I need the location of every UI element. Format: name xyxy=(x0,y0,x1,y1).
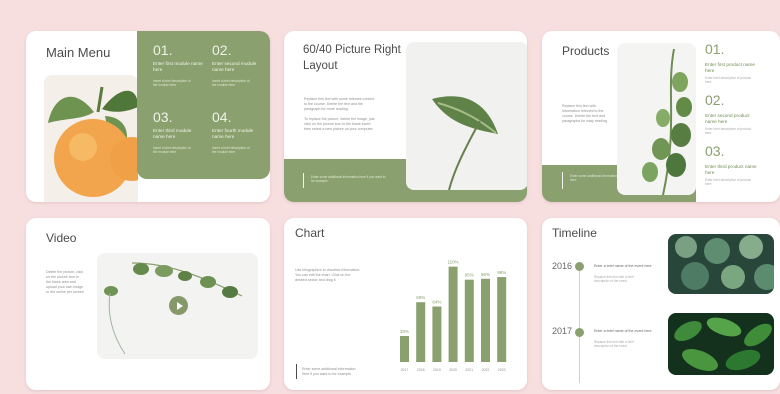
chart-category-label-4: 2020 xyxy=(449,368,457,372)
chart-category-label-5: 2021 xyxy=(465,368,473,372)
module-number-2: 02. xyxy=(212,42,232,58)
body-text: Delete the picture, click on the picture… xyxy=(46,270,84,294)
chart-category-label-2: 2018 xyxy=(417,368,425,372)
module-number-3: 03. xyxy=(153,109,173,125)
slide-picture-right-layout[interactable]: 60/40 Picture Right Layout Replace this … xyxy=(284,31,527,202)
down-arrow-icon xyxy=(296,364,297,379)
chart-category-label-7: 2023 xyxy=(498,368,506,372)
timeline-year-1: 2016 xyxy=(552,261,573,271)
play-button[interactable] xyxy=(169,296,188,315)
slide-video[interactable]: Video Delete the picture, click on the p… xyxy=(26,218,270,390)
slide-timeline[interactable]: Timeline 2016 Enter a brief name of the … xyxy=(542,218,780,390)
chart-bar-2[interactable] xyxy=(416,302,426,362)
module-number-4: 04. xyxy=(212,109,232,125)
chart-bar-5[interactable] xyxy=(464,279,474,362)
module-desc-1: Insert a brief description of the module… xyxy=(153,79,191,87)
footer-text: Enter some additional information here i… xyxy=(302,367,356,376)
succulent-illustration xyxy=(675,235,774,290)
timeline-event-desc-1: Replace this text with a brief descripti… xyxy=(594,275,634,283)
slide-title: Timeline xyxy=(552,226,597,240)
module-desc-3: Insert a brief description of the module… xyxy=(153,146,191,154)
module-label-1[interactable]: Enter first module name here xyxy=(153,61,203,73)
slide-chart[interactable]: Chart Use infographics to visualize info… xyxy=(284,218,527,390)
slide-products[interactable]: Products Replace this text with informat… xyxy=(542,31,780,202)
bar-chart: 30% 2017 69% 2018 64% 2019 110% 2020 95% 2021 96% 2… xyxy=(400,260,507,372)
orange-fruit-illustration xyxy=(48,86,138,197)
body-text: Replace this text with information relev… xyxy=(562,104,608,123)
module-desc-2: Insert a brief description of the module… xyxy=(212,79,250,87)
footer-text: Enter some additional information here xyxy=(570,174,618,182)
chart-data-label-2: 69% xyxy=(416,295,425,300)
chart-bar-4[interactable] xyxy=(448,266,458,362)
play-icon xyxy=(177,302,183,310)
down-arrow-icon xyxy=(303,173,304,188)
product-number-2: 02. xyxy=(705,92,725,108)
chart-category-label-3: 2019 xyxy=(433,368,441,372)
body-text-2: To replace the picture, delete the image… xyxy=(304,117,375,131)
timeline-dot-1 xyxy=(575,262,584,271)
chart-bar-6[interactable] xyxy=(481,278,490,362)
footer-text: Enter some additional information here i… xyxy=(311,175,386,183)
plant-photo xyxy=(617,43,696,195)
down-arrow-icon xyxy=(562,172,563,189)
product-label-3[interactable]: Enter third product name here xyxy=(705,164,757,176)
module-label-4[interactable]: Enter fourth module name here xyxy=(212,128,262,140)
chart-bar-3[interactable] xyxy=(432,306,442,362)
chart-data-label-5: 95% xyxy=(465,273,474,278)
slide-title: Video xyxy=(46,231,77,245)
module-label-3[interactable]: Enter third module name here xyxy=(153,128,203,140)
chart-data-label-7: 98% xyxy=(497,270,506,275)
chart-data-label-1: 30% xyxy=(400,329,409,334)
chart-bar-1[interactable] xyxy=(400,336,409,362)
timeline-dot-2 xyxy=(575,328,584,337)
module-number-1: 01. xyxy=(153,42,173,58)
product-number-1: 01. xyxy=(705,41,725,57)
green-leaves-illustration xyxy=(674,317,772,371)
leaf-illustration xyxy=(432,96,498,190)
product-number-3: 03. xyxy=(705,143,725,159)
product-label-2[interactable]: Enter second product name here xyxy=(705,113,757,125)
chart-data-label-6: 96% xyxy=(481,272,490,277)
product-desc-1: Enter brief description of product here xyxy=(705,76,752,84)
product-desc-2: Enter brief description of product here xyxy=(705,127,752,135)
slide-title-line-2: Layout xyxy=(303,60,338,72)
module-menu: 01. Enter first module name here Insert … xyxy=(137,31,270,179)
timeline-event-desc-2: Replace this text with a brief descripti… xyxy=(594,340,634,348)
product-desc-3: Enter brief description of product here xyxy=(705,178,752,186)
chart-data-label-4: 110% xyxy=(448,260,459,265)
slide-title: Products xyxy=(562,44,610,58)
timeline-event-label-2[interactable]: Enter a brief name of the event here xyxy=(594,329,662,334)
body-text-1: Replace this text with some relevant con… xyxy=(304,97,375,111)
timeline-event-label-1[interactable]: Enter a brief name of the event here xyxy=(594,264,662,269)
slide-title: Chart xyxy=(295,226,325,240)
video-thumbnail[interactable] xyxy=(97,253,258,359)
orange-photo xyxy=(44,75,138,202)
leaf-photo xyxy=(406,42,527,190)
chart-category-label-1: 2017 xyxy=(401,368,409,372)
chart-category-label-6: 2022 xyxy=(482,368,490,372)
slide-title-line-1: 60/40 Picture Right xyxy=(303,44,401,56)
module-desc-4: Insert a brief description of the module… xyxy=(212,146,250,154)
succulent-photo xyxy=(668,234,774,294)
leaves-photo xyxy=(668,313,774,375)
body-text: Use infographics to visualize informatio… xyxy=(295,268,361,282)
chart-bar-7[interactable] xyxy=(497,277,507,362)
slide-main-menu[interactable]: Main Menu 01. Enter first module name he… xyxy=(26,31,270,202)
plant-stem-illustration xyxy=(642,48,692,195)
product-label-1[interactable]: Enter first product name here xyxy=(705,62,757,74)
timeline-axis xyxy=(579,263,580,383)
module-label-2[interactable]: Enter second module name here xyxy=(212,61,262,73)
slide-title: Main Menu xyxy=(46,45,111,60)
timeline-year-2: 2017 xyxy=(552,326,573,336)
chart-data-label-3: 64% xyxy=(432,300,441,305)
